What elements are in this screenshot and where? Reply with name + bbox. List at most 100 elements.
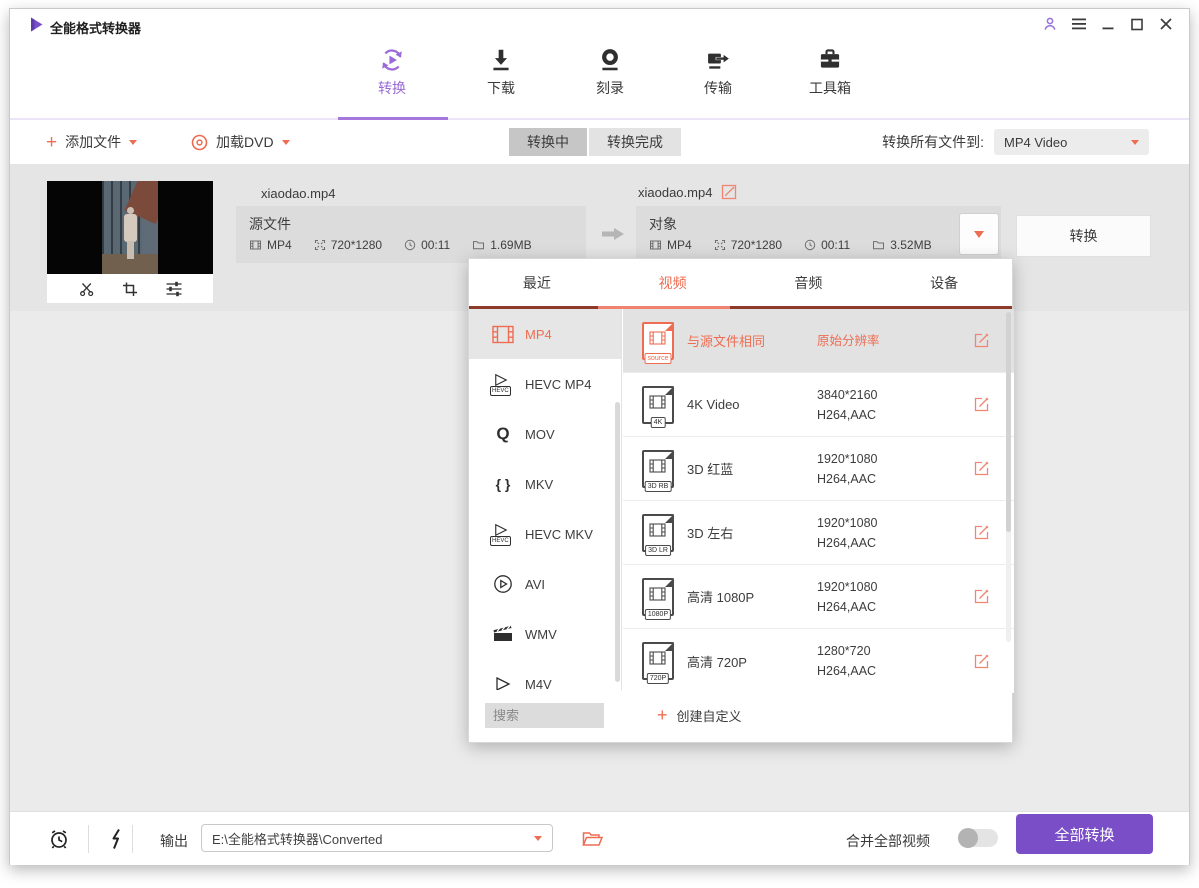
resolution-icon: [314, 239, 326, 251]
edit-preset-icon[interactable]: [972, 588, 990, 606]
preset-name: 3D 左右: [687, 523, 817, 542]
format-item-avi[interactable]: AVI: [469, 559, 621, 609]
merge-all-label: 合并全部视频: [846, 831, 930, 851]
popup-tab-recent[interactable]: 最近: [469, 259, 605, 306]
popup-tab-audio[interactable]: 音频: [741, 259, 877, 306]
tab-converting[interactable]: 转换中: [509, 128, 587, 156]
preset-doc-icon: 720P: [642, 642, 674, 680]
tab-transfer-label: 传输: [704, 80, 732, 96]
preset-row-3d-rb[interactable]: 3D RB 3D 红蓝 1920*1080 H264,AAC: [623, 437, 1014, 501]
preset-codec: H264,AAC: [817, 533, 972, 553]
format-item-mkv[interactable]: { } MKV: [469, 459, 621, 509]
preset-doc-icon: 3D RB: [642, 450, 674, 488]
preset-row-720p[interactable]: 720P 高清 720P 1280*720 H264,AAC: [623, 629, 1014, 693]
format-item-mov[interactable]: Q MOV: [469, 409, 621, 459]
toggle-knob: [958, 828, 978, 848]
popup-tab-video[interactable]: 视频: [605, 259, 741, 306]
trim-scissors-icon[interactable]: [78, 281, 95, 297]
format-label: HEVC MKV: [525, 527, 593, 542]
preset-name: 4K Video: [687, 397, 817, 412]
preset-row-4k[interactable]: 4K 4K Video 3840*2160 H264,AAC: [623, 373, 1014, 437]
preset-resolution: 1920*1080: [817, 577, 972, 597]
maximize-icon[interactable]: [1128, 15, 1146, 33]
load-dvd-button[interactable]: 加载DVD: [191, 120, 290, 164]
high-speed-bolt-icon[interactable]: [102, 826, 128, 852]
merge-all-toggle[interactable]: [958, 829, 998, 847]
preset-codec: H264,AAC: [817, 661, 972, 681]
preset-row-3d-lr[interactable]: 3D LR 3D 左右 1920*1080 H264,AAC: [623, 501, 1014, 565]
chevron-down-icon: [129, 140, 137, 145]
quicktime-icon: Q: [490, 422, 516, 446]
toolbox-icon: [816, 46, 844, 74]
tab-download[interactable]: 下载: [466, 43, 536, 105]
file-size-folder-icon: [872, 239, 885, 251]
source-resolution: 720*1280: [331, 238, 382, 252]
tab-transfer[interactable]: 传输: [683, 43, 753, 105]
preset-resolution: 3840*2160: [817, 385, 972, 405]
video-thumbnail[interactable]: [47, 181, 213, 303]
edit-preset-icon[interactable]: [972, 652, 990, 670]
toolbar: + 添加文件 加载DVD 转换中 转换完成 转换所有文件到: MP4 Video: [10, 120, 1189, 164]
account-icon[interactable]: [1041, 15, 1059, 33]
popup-footer: + 创建自定义: [469, 690, 1012, 742]
mp4-film-icon: [490, 322, 516, 346]
burn-icon: [596, 46, 624, 74]
format-item-wmv[interactable]: WMV: [469, 609, 621, 659]
edit-preset-icon[interactable]: [972, 460, 990, 478]
format-item-m4v[interactable]: M4V: [469, 659, 621, 692]
convert-all-button[interactable]: 全部转换: [1016, 814, 1153, 854]
edit-preset-icon[interactable]: [972, 524, 990, 542]
duration-clock-icon: [404, 239, 416, 251]
edit-preset-icon[interactable]: [972, 396, 990, 414]
convert-arrow-icon: [601, 226, 625, 247]
matroska-icon: { }: [490, 472, 516, 496]
queue-tabs: 转换中 转换完成: [509, 128, 681, 156]
add-file-button[interactable]: + 添加文件: [46, 120, 137, 164]
preset-name: 3D 红蓝: [687, 459, 817, 478]
preset-row-source[interactable]: source 与源文件相同 原始分辨率: [623, 309, 1014, 373]
format-item-mp4[interactable]: MP4: [469, 309, 621, 359]
create-custom-button[interactable]: + 创建自定义: [657, 703, 742, 728]
tab-converted[interactable]: 转换完成: [589, 128, 681, 156]
app-title: 全能格式转换器: [50, 18, 141, 37]
effects-sliders-icon[interactable]: [165, 281, 183, 297]
target-panel: 对象 MP4 720*1280 00:11 3.52MB: [636, 206, 1001, 263]
format-label: MP4: [525, 327, 552, 342]
target-panel-title: 对象: [649, 214, 677, 234]
convert-to-select[interactable]: MP4 Video: [994, 129, 1149, 155]
target-duration: 00:11: [821, 238, 850, 252]
output-path-select[interactable]: E:\全能格式转换器\Converted: [201, 824, 553, 852]
sidebar-scrollbar[interactable]: [615, 402, 620, 682]
crop-icon[interactable]: [122, 281, 138, 297]
close-icon[interactable]: [1157, 15, 1175, 33]
target-resolution: 720*1280: [731, 238, 782, 252]
tab-toolbox[interactable]: 工具箱: [795, 43, 865, 105]
tab-burn-label: 刻录: [596, 80, 624, 96]
menu-icon[interactable]: [1070, 15, 1088, 33]
format-item-hevc-mp4[interactable]: HEVC HEVC MP4: [469, 359, 621, 409]
separator: [132, 825, 133, 853]
preset-name: 高清 1080P: [687, 587, 817, 606]
rename-edit-icon[interactable]: [721, 184, 737, 200]
tab-burn[interactable]: 刻录: [575, 43, 645, 105]
preset-resolution: 原始分辨率: [817, 334, 880, 348]
schedule-alarm-icon[interactable]: [46, 826, 72, 852]
target-format-dropdown-button[interactable]: [959, 213, 999, 255]
bottom-bar: 输出 E:\全能格式转换器\Converted 合并全部视频 全部转换: [10, 811, 1189, 865]
tab-convert[interactable]: 转换: [357, 43, 427, 105]
search-input[interactable]: [485, 703, 604, 728]
preset-scrollbar[interactable]: [1006, 312, 1011, 532]
convert-button[interactable]: 转换: [1016, 215, 1151, 257]
tab-download-label: 下载: [487, 80, 515, 96]
preset-row-1080p[interactable]: 1080P 高清 1080P 1920*1080 H264,AAC: [623, 565, 1014, 629]
preset-codec: H264,AAC: [817, 469, 972, 489]
separator: [88, 825, 89, 853]
source-panel: 源文件 MP4 720*1280 00:11 1.69MB: [236, 206, 586, 263]
format-label: MKV: [525, 477, 553, 492]
transfer-icon: [704, 46, 732, 74]
minimize-icon[interactable]: [1099, 15, 1117, 33]
edit-preset-icon[interactable]: [972, 332, 990, 350]
popup-tab-device[interactable]: 设备: [876, 259, 1012, 306]
open-folder-icon[interactable]: [579, 826, 605, 852]
format-item-hevc-mkv[interactable]: HEVC HEVC MKV: [469, 509, 621, 559]
